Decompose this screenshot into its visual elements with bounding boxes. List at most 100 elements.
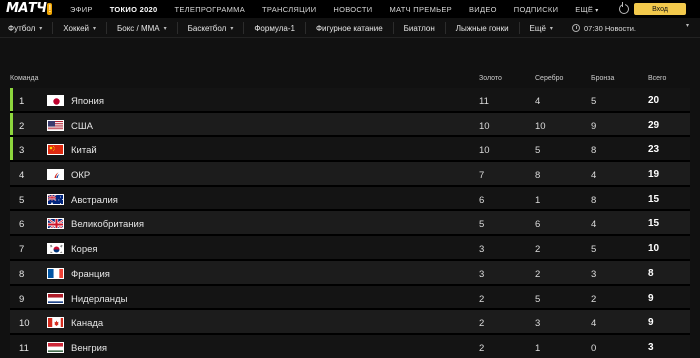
- table-row: 7 Корея 3 2 5 10: [10, 236, 690, 261]
- nav-item-subscriptions[interactable]: ПОДПИСКИ: [514, 5, 559, 14]
- match-logo[interactable]: МАТЧ!: [6, 1, 54, 16]
- nav-item-more[interactable]: ЕЩЁ ▾: [575, 5, 598, 14]
- bronze-count: 9: [591, 120, 597, 132]
- power-icon[interactable]: [619, 2, 629, 14]
- rank: 6: [19, 219, 25, 231]
- nav-item-translations[interactable]: ТРАНСЛЯЦИИ: [262, 5, 316, 14]
- sport-item-formula-1[interactable]: Формула-1: [244, 22, 306, 34]
- total-count: 3: [648, 341, 654, 353]
- table-row: 6 Великобритания 5 6 4 15: [10, 211, 690, 237]
- bronze-count: 8: [591, 194, 597, 206]
- table-row: 5 Австралия 6 1 8 15: [10, 186, 690, 212]
- table-row: 3 Китай 10 5 8 23: [10, 137, 690, 163]
- nav-item-more-label: ЕЩЁ: [575, 4, 594, 14]
- gold-count: 10: [479, 120, 490, 132]
- table-row: 8 Франция 3 2 3 8: [10, 260, 690, 286]
- netherlands-flag-icon: [47, 292, 64, 304]
- table-row: 4 ОКР 7 8 4 19: [10, 162, 690, 187]
- header-gold: Золото: [479, 75, 502, 82]
- logo-text: МАТЧ: [6, 1, 47, 16]
- chevron-down-icon: ▾: [549, 25, 553, 32]
- news-ticker[interactable]: 07:30 Новости.: [572, 21, 636, 35]
- sport-item-label: Баскетбол: [187, 23, 227, 33]
- sport-item-label: Формула-1: [254, 23, 295, 33]
- bronze-count: 4: [591, 170, 597, 182]
- total-count: 10: [648, 243, 660, 255]
- total-count: 9: [648, 317, 654, 329]
- sport-item-label: Бокс / ММА: [117, 23, 160, 33]
- table-row: 1 Япония 11 4 5 20: [10, 88, 690, 113]
- nav-item-efir[interactable]: ЭФИР: [70, 5, 93, 14]
- chevron-down-icon[interactable]: ▾: [686, 22, 689, 29]
- medal-table: Команда Золото Серебро Бронза Всего 1 Яп…: [10, 70, 690, 358]
- bronze-count: 4: [591, 219, 597, 231]
- country-name: Канада: [71, 318, 104, 330]
- country-name: Великобритания: [71, 219, 144, 231]
- country-name: Китай: [71, 145, 97, 157]
- silver-count: 10: [535, 120, 546, 132]
- sport-item-football[interactable]: Футбол ▾: [8, 22, 54, 34]
- nav-item-teleprogram[interactable]: ТЕЛЕПРОГРАММА: [175, 5, 246, 14]
- usa-flag-icon: [47, 119, 64, 131]
- rank: 10: [19, 318, 30, 330]
- nav-item-tokyo-2020[interactable]: ТОКИО 2020: [110, 5, 158, 14]
- chevron-down-icon: ▾: [93, 25, 97, 32]
- top-three-marker: [10, 112, 13, 136]
- chevron-down-icon: ▾: [39, 25, 43, 32]
- gold-count: 2: [479, 293, 485, 305]
- sport-item-boxing-mma[interactable]: Бокс / ММА ▾: [107, 22, 178, 34]
- rank: 1: [19, 96, 25, 107]
- sport-item-label: Хоккей: [63, 23, 89, 33]
- chevron-down-icon: ▾: [230, 25, 234, 32]
- china-flag-icon: [47, 144, 64, 156]
- silver-count: 2: [535, 268, 541, 280]
- sport-item-basketball[interactable]: Баскетбол ▾: [178, 22, 245, 34]
- table-row: 9 Нидерланды 2 5 2 9: [10, 285, 690, 311]
- total-count: 15: [648, 193, 660, 205]
- bronze-count: 5: [591, 96, 597, 107]
- ticker-text: 07:30 Новости.: [584, 23, 636, 33]
- sport-item-more[interactable]: Ещё ▾: [520, 22, 563, 34]
- australia-flag-icon: [47, 193, 64, 205]
- sport-item-hockey[interactable]: Хоккей ▾: [53, 22, 108, 34]
- nav-item-video[interactable]: ВИДЕО: [469, 5, 497, 14]
- rank: 11: [19, 342, 29, 354]
- country-name: Нидерланды: [71, 293, 128, 305]
- sports-bar: Футбол ▾ Хоккей ▾ Бокс / ММА ▾ Баскетбол ▾ Ф…: [0, 18, 700, 38]
- silver-count: 8: [535, 170, 541, 182]
- sport-item-label: Фигурное катание: [315, 23, 383, 33]
- table-row: 2 США 10 10 9 29: [10, 112, 690, 138]
- gold-count: 6: [479, 194, 485, 206]
- rank: 9: [19, 293, 25, 305]
- rank: 7: [19, 244, 25, 256]
- nav-item-match-premier[interactable]: МАТЧ ПРЕМЬЕР: [389, 5, 452, 14]
- roc-flag-icon: [47, 169, 64, 181]
- header-silver: Серебро: [535, 75, 564, 82]
- total-count: 8: [648, 267, 654, 279]
- canada-flag-icon: [47, 317, 64, 329]
- top-three-marker: [10, 137, 13, 161]
- sport-item-label: Лыжные гонки: [455, 23, 509, 33]
- table-row: 11 Венгрия 2 1 0 3: [10, 334, 690, 358]
- total-count: 9: [648, 292, 654, 304]
- total-count: 29: [648, 119, 660, 131]
- gold-count: 5: [479, 219, 485, 231]
- top-three-marker: [10, 88, 13, 111]
- silver-count: 2: [535, 244, 541, 256]
- header-total: Всего: [648, 75, 667, 82]
- login-button[interactable]: Вход: [634, 3, 686, 15]
- sport-item-ski-racing[interactable]: Лыжные гонки: [446, 22, 520, 34]
- uk-flag-icon: [47, 218, 64, 230]
- sport-item-figure-skating[interactable]: Фигурное катание: [306, 22, 394, 34]
- silver-count: 6: [535, 219, 541, 231]
- nav-item-news[interactable]: НОВОСТИ: [333, 5, 372, 14]
- header-team: Команда: [10, 75, 39, 82]
- gold-count: 11: [479, 96, 489, 107]
- sport-item-label: Футбол: [8, 23, 36, 33]
- silver-count: 5: [535, 145, 541, 157]
- broadcast-icon: [572, 24, 580, 32]
- sport-item-biathlon[interactable]: Биатлон: [394, 22, 446, 34]
- gold-count: 7: [479, 170, 485, 182]
- country-name: Япония: [71, 96, 104, 107]
- silver-count: 5: [535, 293, 541, 305]
